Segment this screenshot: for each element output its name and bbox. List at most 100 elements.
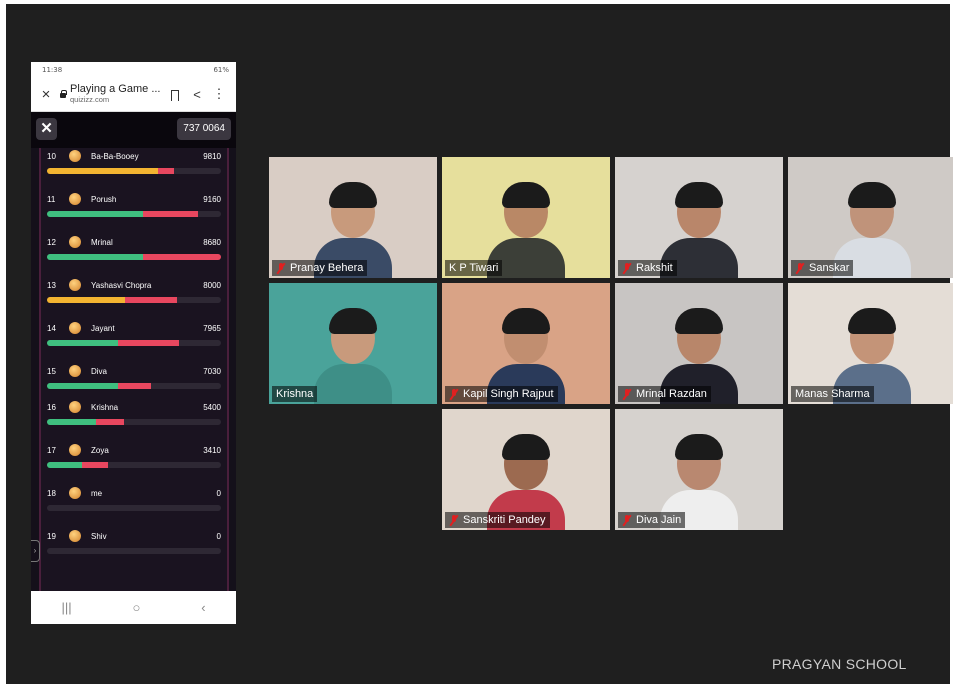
accuracy-bar [47, 548, 221, 554]
participant-tile[interactable]: Mrinal Razdan [615, 283, 783, 404]
leaderboard: 10 Ba-Ba-Booey 9810 11 Porush 9160 12 Mrinal 868… [39, 148, 229, 591]
participant-name: Kapil Singh Rajput [463, 388, 554, 400]
rank: 11 [47, 195, 56, 204]
bar-segment-red [118, 340, 180, 346]
watermark: PRAGYAN SCHOOL [772, 656, 907, 672]
player-score: 3410 [203, 446, 221, 455]
bar-segment-red [158, 168, 175, 174]
participant-tile[interactable]: Kapil Singh Rajput [442, 283, 610, 404]
leaderboard-row: 14 Jayant 7965 [47, 320, 221, 350]
player-name: me [91, 489, 103, 498]
mic-muted-icon [276, 262, 286, 274]
participant-name: Sanskriti Pandey [463, 514, 546, 526]
participant-tile[interactable]: Sanskriti Pandey [442, 409, 610, 530]
rank: 10 [47, 152, 56, 161]
avatar [69, 401, 81, 413]
player-name: Shiv [91, 532, 107, 541]
avatar [69, 365, 81, 377]
rank: 13 [47, 281, 56, 290]
participant-label: Rakshit [618, 260, 677, 276]
bookmark-icon[interactable] [164, 87, 186, 102]
player-score: 9160 [203, 195, 221, 204]
participant-tile[interactable]: Pranay Behera [269, 157, 437, 278]
close-tab-icon[interactable]: × [37, 86, 55, 103]
participant-tile[interactable]: Sanskar [788, 157, 953, 278]
leaderboard-row: 16 Krishna 5400 [47, 399, 221, 429]
participant-tile[interactable]: K P Tiwari [442, 157, 610, 278]
leaderboard-row: 18 me 0 [47, 485, 221, 515]
tab-url: quizizz.com [70, 94, 110, 104]
meeting-window: 11:38 61% × Playing a Game ... quizizz.c… [6, 4, 953, 684]
accuracy-bar [47, 297, 221, 303]
avatar [69, 193, 81, 205]
rank: 19 [47, 532, 56, 541]
lock-icon [59, 90, 67, 98]
player-score: 7030 [203, 367, 221, 376]
game-code: 737 0064 [177, 118, 231, 140]
bar-segment-red [118, 383, 152, 389]
participant-label: Sanskriti Pandey [445, 512, 550, 528]
player-name: Zoya [91, 446, 109, 455]
avatar [69, 150, 81, 162]
bar-segment-green [47, 340, 119, 346]
participant-name: Krishna [276, 388, 314, 400]
browser-bar: × Playing a Game ... quizizz.com < ⋮ [31, 77, 236, 112]
player-name: Porush [91, 195, 117, 204]
player-score: 5400 [203, 403, 221, 412]
mic-muted-icon [795, 262, 805, 274]
shared-phone-screen: 11:38 61% × Playing a Game ... quizizz.c… [31, 62, 236, 624]
accuracy-bar [47, 462, 221, 468]
participant-label: Kapil Singh Rajput [445, 386, 558, 402]
leaderboard-row: 13 Yashasvi Chopra 8000 [47, 277, 221, 307]
participant-tile[interactable]: Krishna [269, 283, 437, 404]
mic-muted-icon [622, 388, 632, 400]
bar-segment-green [47, 462, 82, 468]
participant-name: Pranay Behera [290, 262, 364, 274]
player-score: 0 [216, 489, 221, 498]
leaderboard-row: 10 Ba-Ba-Booey 9810 [47, 148, 221, 178]
participant-label: K P Tiwari [445, 260, 503, 276]
rank: 12 [47, 238, 56, 247]
rank: 18 [47, 489, 56, 498]
side-panel-handle[interactable]: › [31, 540, 40, 562]
player-score: 9810 [203, 152, 221, 161]
participant-label: Diva Jain [618, 512, 686, 528]
leaderboard-row: 19 Shiv 0 [47, 528, 221, 558]
avatar [69, 236, 81, 248]
participant-tile[interactable]: Rakshit [615, 157, 783, 278]
player-name: Diva [91, 367, 108, 376]
participant-label: Sanskar [791, 260, 854, 276]
participant-name: Sanskar [809, 262, 850, 274]
participant-name: Rakshit [636, 262, 673, 274]
phone-status-bar: 11:38 61% [31, 62, 236, 77]
back-icon[interactable]: ‹ [201, 600, 205, 615]
mic-muted-icon [449, 388, 459, 400]
recent-apps-icon[interactable]: ||| [61, 600, 71, 615]
player-score: 8000 [203, 281, 221, 290]
mic-muted-icon [622, 514, 632, 526]
more-options-icon[interactable]: ⋮ [208, 86, 230, 102]
accuracy-bar [47, 505, 221, 511]
participant-name: Manas Sharma [795, 388, 870, 400]
bar-segment-green [47, 211, 143, 217]
home-icon[interactable]: ○ [132, 600, 140, 615]
bar-segment-red [125, 297, 178, 303]
status-time: 11:38 [42, 65, 63, 74]
participant-tile[interactable]: Manas Sharma [788, 283, 953, 404]
mic-muted-icon [622, 262, 632, 274]
quit-game-button[interactable]: ✕ [36, 118, 57, 140]
accuracy-bar [47, 419, 221, 425]
mic-muted-icon [449, 514, 459, 526]
participant-name: Diva Jain [636, 514, 682, 526]
share-icon[interactable]: < [186, 87, 208, 102]
rank: 17 [47, 446, 56, 455]
battery-status: 61% [213, 65, 229, 74]
leaderboard-row: 12 Mrinal 8680 [47, 234, 221, 264]
leaderboard-row: 11 Porush 9160 [47, 191, 221, 221]
player-name: Krishna [91, 403, 119, 412]
bar-segment-red [95, 419, 124, 425]
accuracy-bar [47, 168, 221, 174]
participant-tile[interactable]: Diva Jain [615, 409, 783, 530]
rank: 14 [47, 324, 56, 333]
participant-label: Manas Sharma [791, 386, 874, 402]
